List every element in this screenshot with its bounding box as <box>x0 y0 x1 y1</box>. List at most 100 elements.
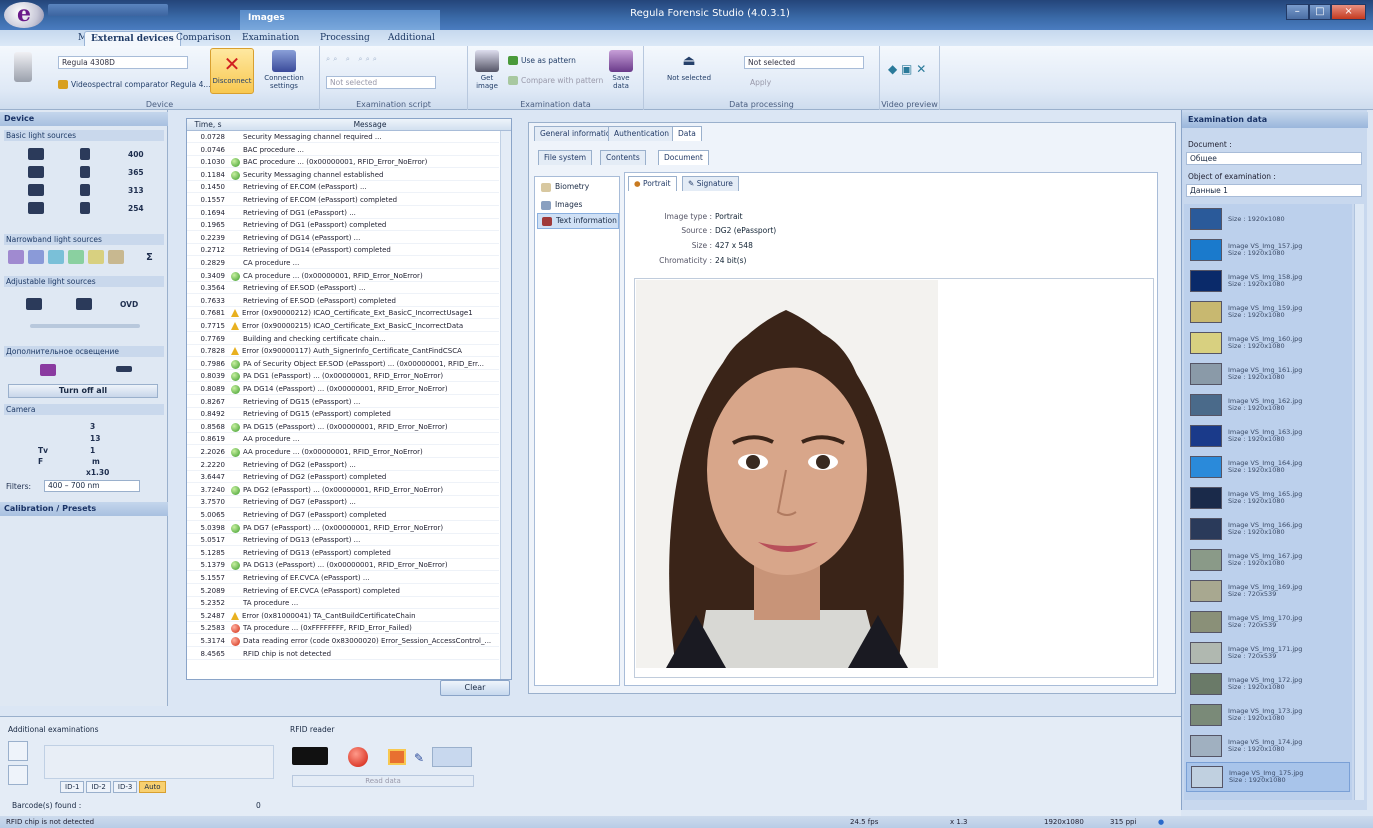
processing-combo[interactable]: Not selected <box>744 56 864 69</box>
close-button[interactable]: × <box>1331 4 1367 20</box>
script-tools[interactable]: ⌕⌕ ⌕ ⌕⌕⌕ <box>326 54 380 64</box>
save-data-button[interactable]: Save data <box>606 50 636 90</box>
log-row[interactable]: 0.2239 Retrieving of DG14 (ePassport) ... <box>187 233 499 244</box>
use-as-pattern-button[interactable]: Use as pattern <box>508 56 576 65</box>
light-source-icon[interactable] <box>28 202 44 214</box>
light-source-icon[interactable] <box>80 166 90 178</box>
rfid-chip-icon[interactable] <box>292 747 328 765</box>
log-row[interactable]: 0.1557 Retrieving of EF.COM (ePassport) c… <box>187 195 499 206</box>
maximize-button[interactable]: □ <box>1308 4 1332 20</box>
tab-examination[interactable]: Examination <box>236 31 305 46</box>
log-row[interactable]: 5.1285 Retrieving of DG13 (ePassport) com… <box>187 548 499 559</box>
narrowband-yellow[interactable] <box>88 250 104 264</box>
side-light-icon[interactable] <box>116 366 132 372</box>
adjustable-light-icon[interactable] <box>26 298 42 310</box>
log-row[interactable]: 0.2712 Retrieving of DG14 (ePassport) com… <box>187 245 499 257</box>
id3-button[interactable]: ID-3 <box>112 781 138 793</box>
thumbnail-item[interactable]: Image VS_Img_171.jpg Size : 720x539 <box>1186 638 1350 668</box>
log-row[interactable]: 5.0398 PA DG7 (ePassport) ... (0x00000001… <box>187 523 499 534</box>
tab-authentication[interactable]: Authentication <box>608 126 676 141</box>
log-row[interactable]: 5.2089 Retrieving of EF.CVCA (ePassport) … <box>187 586 499 597</box>
narrowband-amber[interactable] <box>108 250 124 264</box>
thumbnail-item[interactable]: Image VS_Img_173.jpg Size : 1920x1080 <box>1186 700 1350 730</box>
thumbnail-item[interactable]: Image VS_Img_175.jpg Size : 1920x1080 <box>1186 762 1350 792</box>
tab-external-devices[interactable]: External devices <box>84 31 181 46</box>
log-row[interactable]: 0.7828 Error (0x90000117) Auth_SignerInfo… <box>187 346 499 358</box>
light-slider[interactable] <box>30 324 140 328</box>
log-row[interactable]: 0.8089 PA DG14 (ePassport) ... (0x0000000… <box>187 384 499 395</box>
id1-button[interactable]: ID-1 <box>60 781 85 793</box>
log-row[interactable]: 5.1379 PA DG13 (ePassport) ... (0x0000000… <box>187 560 499 572</box>
log-row[interactable]: 3.6447 Retrieving of DG2 (ePassport) comp… <box>187 472 499 484</box>
thumbnail-item[interactable]: Image VS_Img_163.jpg Size : 1920x1080 <box>1186 421 1350 451</box>
ovd-button[interactable]: OVD <box>120 300 138 309</box>
thumbnail-item[interactable]: Image VS_Img_157.jpg Size : 1920x1080 <box>1186 235 1350 265</box>
thumbnail-item[interactable]: Size : 1920x1080 <box>1186 204 1350 234</box>
video-preview-controls[interactable]: ◆ ▣ ✕ <box>888 62 926 76</box>
log-row[interactable]: 0.8492 Retrieving of DG15 (ePassport) com… <box>187 409 499 421</box>
scan-icon[interactable] <box>8 741 28 761</box>
log-row[interactable]: 5.0517 Retrieving of DG13 (ePassport) ... <box>187 535 499 547</box>
tab-data[interactable]: Data <box>672 126 702 141</box>
scan-icon[interactable] <box>8 765 28 785</box>
log-row[interactable]: 0.8619 AA procedure ... <box>187 434 499 446</box>
thumbnail-item[interactable]: Image VS_Img_174.jpg Size : 1920x1080 <box>1186 731 1350 761</box>
log-row[interactable]: 0.7986 PA of Security Object EF.SOD (ePas… <box>187 359 499 370</box>
minimize-button[interactable]: – <box>1286 4 1309 20</box>
thumbnail-item[interactable]: Image VS_Img_160.jpg Size : 1920x1080 <box>1186 328 1350 358</box>
log-row[interactable]: 0.7715 Error (0x90000215) ICAO_Certificat… <box>187 321 499 332</box>
log-row[interactable]: 5.1557 Retrieving of EF.CVCA (ePassport) … <box>187 573 499 584</box>
log-row[interactable]: 0.1030 BAC procedure ... (0x00000001, RFI… <box>187 157 499 169</box>
object-combo[interactable]: Данные 1 <box>1186 184 1362 197</box>
light-source-icon[interactable] <box>80 148 90 160</box>
log-row[interactable]: 0.7633 Retrieving of EF.SOD (ePassport) c… <box>187 296 499 307</box>
quick-access-toolbar[interactable] <box>48 4 168 16</box>
clear-log-button[interactable]: Clear <box>440 680 510 696</box>
thumbnail-item[interactable]: Image VS_Img_162.jpg Size : 1920x1080 <box>1186 390 1350 420</box>
log-row[interactable]: 0.7769 Building and checking certificate … <box>187 334 499 345</box>
narrowband-blue[interactable] <box>28 250 44 264</box>
log-row[interactable]: 0.0728 Security Messaging channel require… <box>187 132 499 143</box>
script-combo[interactable]: Not selected <box>326 76 436 89</box>
thumbnail-item[interactable]: Image VS_Img_159.jpg Size : 1920x1080 <box>1186 297 1350 327</box>
tab-processing[interactable]: Processing <box>314 31 376 46</box>
log-row[interactable]: 3.7570 Retrieving of DG7 (ePassport) ... <box>187 497 499 509</box>
thumbnail-item[interactable]: Image VS_Img_170.jpg Size : 720x539 <box>1186 607 1350 637</box>
thumbnail-item[interactable]: Image VS_Img_169.jpg Size : 720x539 <box>1186 576 1350 606</box>
thumbnail-item[interactable]: Image VS_Img_164.jpg Size : 1920x1080 <box>1186 452 1350 482</box>
apply-button[interactable]: Apply <box>750 78 771 87</box>
turn-off-all-button[interactable]: Turn off all <box>8 384 158 398</box>
log-row[interactable]: 0.1184 Security Messaging channel establi… <box>187 170 499 181</box>
log-row[interactable]: 2.2220 Retrieving of DG2 (ePassport) ... <box>187 460 499 471</box>
light-source-icon[interactable] <box>80 184 90 196</box>
log-row[interactable]: 0.8568 PA DG15 (ePassport) ... (0x0000000… <box>187 422 499 433</box>
log-row[interactable]: 0.0746 BAC procedure ... <box>187 145 499 156</box>
tab-portrait[interactable]: ● Portrait <box>628 176 677 191</box>
record-icon[interactable] <box>348 747 368 767</box>
read-data-button[interactable]: Read data <box>292 775 474 787</box>
log-row[interactable]: 0.1965 Retrieving of DG1 (ePassport) comp… <box>187 220 499 232</box>
auto-button[interactable]: Auto <box>139 781 166 793</box>
log-row[interactable]: 0.8267 Retrieving of DG15 (ePassport) ... <box>187 397 499 408</box>
thumbnail-item[interactable]: Image VS_Img_161.jpg Size : 1920x1080 <box>1186 359 1350 389</box>
thumbnail-item[interactable]: Image VS_Img_172.jpg Size : 1920x1080 <box>1186 669 1350 699</box>
log-row[interactable]: 5.0065 Retrieving of DG7 (ePassport) comp… <box>187 510 499 521</box>
log-scrollbar[interactable] <box>500 131 511 679</box>
disconnect-button[interactable]: ✕ Disconnect <box>210 48 254 94</box>
sigma-button[interactable]: Σ <box>146 252 153 263</box>
tree-images[interactable]: Images <box>537 197 619 213</box>
narrowband-green[interactable] <box>68 250 84 264</box>
log-row[interactable]: 2.2026 AA procedure ... (0x00000001, RFID… <box>187 447 499 458</box>
log-row[interactable]: 5.2487 Error (0x81000041) TA_CantBuildCer… <box>187 611 499 622</box>
device-item[interactable]: Videospectral comparator Regula 4... <box>58 80 211 89</box>
status-icon[interactable]: ● <box>1158 816 1164 828</box>
filters-input[interactable]: 400 – 700 nm <box>44 480 140 492</box>
col-message[interactable]: Message <box>229 119 511 130</box>
stop-icon[interactable] <box>388 749 406 765</box>
log-row[interactable]: 5.2583 TA procedure ... (0xFFFFFFFF, RFID… <box>187 623 499 635</box>
pen-icon[interactable]: ✎ <box>414 751 424 765</box>
calibration-presets-header[interactable]: Calibration / Presets <box>0 502 168 516</box>
log-row[interactable]: 5.3174 Data reading error (code 0x8300002… <box>187 636 499 647</box>
log-row[interactable]: 0.3564 Retrieving of EF.SOD (ePassport) .… <box>187 283 499 295</box>
thumbnail-item[interactable]: Image VS_Img_166.jpg Size : 1920x1080 <box>1186 514 1350 544</box>
